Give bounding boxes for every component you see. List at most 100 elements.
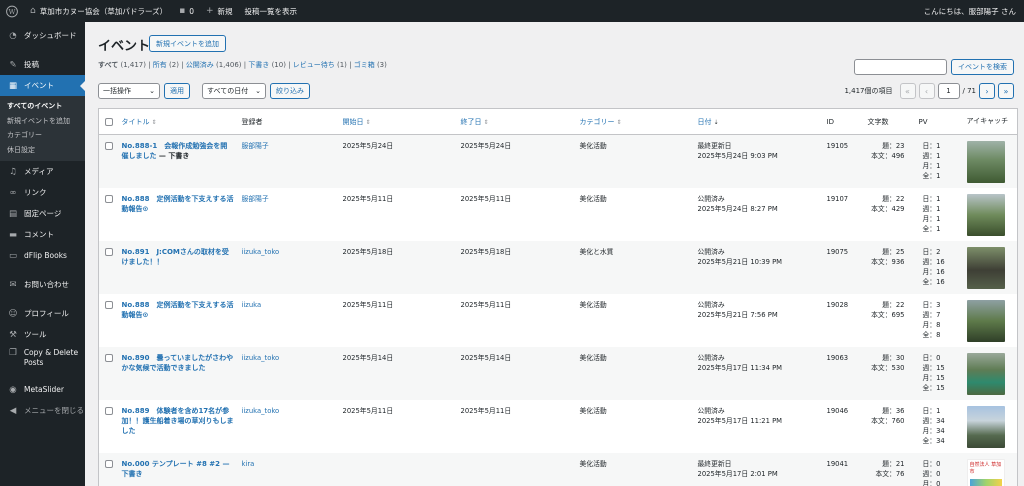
admin-bar: W ⌂ 草加市カヌー協会（草加パドラーズ） ▪ 0 + 新規 投稿一覧を表示 こんにち… <box>0 0 1024 22</box>
eyecatch-image[interactable] <box>966 193 1005 236</box>
char-count-cell: 題：21 本文：76 <box>864 453 915 486</box>
author-cell: iizuka_toko <box>238 400 339 453</box>
menu-copy-delete[interactable]: ❐ Copy & Delete Posts <box>0 345 85 371</box>
status-filters: すべて (1,417) | 所有 (2) | 公開済み (1,406) | 下書… <box>98 61 387 69</box>
menu-comments[interactable]: ▬ コメント <box>0 224 85 245</box>
wordpress-logo-icon[interactable]: W <box>0 0 24 22</box>
row-select-cell <box>99 135 118 188</box>
author-link[interactable]: 服部陽子 <box>242 142 269 150</box>
event-title-link[interactable]: No.890 曇っていましたがさわやかな気候で活動できました <box>122 354 234 372</box>
menu-dflip[interactable]: ▭ dFlip Books <box>0 245 85 266</box>
next-page-button[interactable]: › <box>979 83 995 99</box>
menu-contact[interactable]: ✉ お問い合わせ <box>0 274 85 295</box>
author-link[interactable]: iizuka <box>242 301 262 309</box>
event-title-link[interactable]: No.888 定例活動を下支えする活動報告⊙ <box>122 195 234 213</box>
author-link[interactable]: kira <box>242 460 255 468</box>
author-cell: iizuka <box>238 294 339 347</box>
menu-metaslider[interactable]: ◉ MetaSlider <box>0 379 85 400</box>
menu-profile[interactable]: ☺ プロフィール <box>0 303 85 324</box>
col-date[interactable]: 日付 ⇣ <box>693 108 823 135</box>
filter-button[interactable]: 絞り込み <box>270 83 310 99</box>
copy-icon: ❐ <box>9 348 17 358</box>
filter-pending[interactable]: レビュー待ち <box>293 61 335 69</box>
filter-draft[interactable]: 下書き <box>248 61 269 69</box>
pv-cell: 日：1 週：34 月：34 全：34 <box>915 400 963 453</box>
submenu-holidays[interactable]: 休日設定 <box>0 143 85 158</box>
publish-datetime: 2025年5月21日 10:39 PM <box>697 257 783 266</box>
submenu-add-event[interactable]: 新規イベントを追加 <box>0 114 85 129</box>
author-cell: iizuka_toko <box>238 241 339 294</box>
title-cell: No.888 定例活動を下支えする活動報告⊙ <box>118 188 238 241</box>
current-page-input[interactable]: 1 <box>937 83 960 99</box>
view-posts-link[interactable]: 投稿一覧を表示 <box>239 0 304 22</box>
menu-dashboard[interactable]: ◔ ダッシュボード <box>0 25 85 46</box>
row-checkbox[interactable] <box>105 142 113 150</box>
row-checkbox[interactable] <box>105 459 113 468</box>
menu-events[interactable]: ▦ イベント <box>0 75 85 96</box>
col-title-label: タイトル <box>121 117 150 126</box>
eyecatch-image[interactable] <box>966 299 1005 342</box>
row-checkbox[interactable] <box>105 406 113 415</box>
category: 美化活動 <box>579 459 607 468</box>
menu-links[interactable]: ∞ リンク <box>0 182 85 203</box>
author-link[interactable]: iizuka_toko <box>242 248 280 256</box>
author-link[interactable]: iizuka_toko <box>242 354 280 362</box>
eyecatch-image[interactable] <box>966 246 1005 289</box>
filter-trash[interactable]: ゴミ箱 <box>354 61 375 69</box>
author-link[interactable]: iizuka_toko <box>242 407 280 415</box>
bulk-action-select[interactable]: 一括操作 ⌄ <box>98 83 160 99</box>
prev-page-button[interactable]: ‹ <box>918 83 935 99</box>
eyecatch-image[interactable] <box>966 405 1005 448</box>
menu-pages[interactable]: ▤ 固定ページ <box>0 203 85 224</box>
submenu-all-events[interactable]: すべてのイベント <box>0 99 85 114</box>
body-char-count: 本文：530 <box>871 363 905 372</box>
site-name-link[interactable]: ⌂ 草加市カヌー協会（草加パドラーズ） <box>24 0 173 22</box>
search-events-button[interactable]: イベントを検索 <box>951 59 1014 75</box>
event-title-link[interactable]: No.891 J:COMさんの取材を受けました！！ <box>122 248 229 266</box>
event-title-link[interactable]: No.888 定例活動を下支えする活動報告⊙ <box>122 301 234 319</box>
menu-collapse[interactable]: ◀ メニューを閉じる <box>0 400 85 421</box>
search-input[interactable] <box>854 59 947 75</box>
add-new-event-button[interactable]: 新規イベントを追加 <box>149 35 226 52</box>
select-all-checkbox[interactable] <box>105 118 113 126</box>
menu-media[interactable]: ♫ メディア <box>0 161 85 182</box>
last-page-button[interactable]: » <box>998 83 1014 99</box>
row-checkbox[interactable] <box>105 353 113 362</box>
author-link[interactable]: 服部陽子 <box>242 195 269 203</box>
col-title[interactable]: タイトル ⇕ <box>117 108 238 135</box>
event-title-link[interactable]: No.888-1 会報作成勉強会を開催しました — 下書き <box>122 142 228 160</box>
events-submenu: すべてのイベント 新規イベントを追加 カテゴリー 休日設定 <box>0 96 85 161</box>
col-eyecatch: アイキャッチ <box>962 108 1018 135</box>
post-id: 19107 <box>826 194 849 203</box>
first-page-button[interactable]: « <box>899 83 916 99</box>
row-checkbox[interactable] <box>105 247 113 256</box>
event-title-link[interactable]: No.000 テンプレート #8 #2 — 下書き <box>122 460 230 478</box>
menu-tools[interactable]: ⚒ ツール <box>0 324 85 345</box>
eyecatch-image[interactable] <box>966 141 1005 183</box>
menu-label: MetaSlider <box>24 385 65 394</box>
col-category[interactable]: カテゴリー ⇕ <box>575 108 694 135</box>
pv-month: 月：8 <box>922 320 941 329</box>
col-end-date[interactable]: 終了日 ⇕ <box>456 108 576 135</box>
comments-link[interactable]: ▪ 0 <box>173 0 200 22</box>
filter-all[interactable]: すべて <box>98 61 118 69</box>
date-filter-select[interactable]: すべての日付 ⌄ <box>202 83 266 99</box>
menu-posts[interactable]: ✎ 投稿 <box>0 54 85 75</box>
menu-label: お問い合わせ <box>24 280 69 289</box>
eyecatch-image[interactable]: 自然法人 草加市 <box>966 458 1005 486</box>
filter-mine[interactable]: 所有 <box>153 61 167 69</box>
apply-button[interactable]: 適用 <box>164 83 190 99</box>
row-checkbox[interactable] <box>105 194 113 203</box>
submenu-categories[interactable]: カテゴリー <box>0 128 85 143</box>
char-count-cell: 題：30 本文：530 <box>864 347 915 400</box>
filter-published[interactable]: 公開済み <box>186 61 214 69</box>
chevron-down-icon: ⌄ <box>255 87 261 95</box>
event-title-link[interactable]: No.889 体験者を含め17名が参加！！護生船着き場の草刈りもしました <box>122 407 234 435</box>
publish-datetime: 2025年5月21日 7:56 PM <box>697 310 778 319</box>
publish-datetime: 2025年5月24日 9:03 PM <box>697 152 778 160</box>
my-account[interactable]: こんにちは、服部陽子 さん <box>918 0 1024 22</box>
eyecatch-image[interactable] <box>966 352 1005 395</box>
row-checkbox[interactable] <box>105 300 113 309</box>
col-start-date[interactable]: 開始日 ⇕ <box>338 108 457 135</box>
new-content-link[interactable]: + 新規 <box>200 0 239 22</box>
